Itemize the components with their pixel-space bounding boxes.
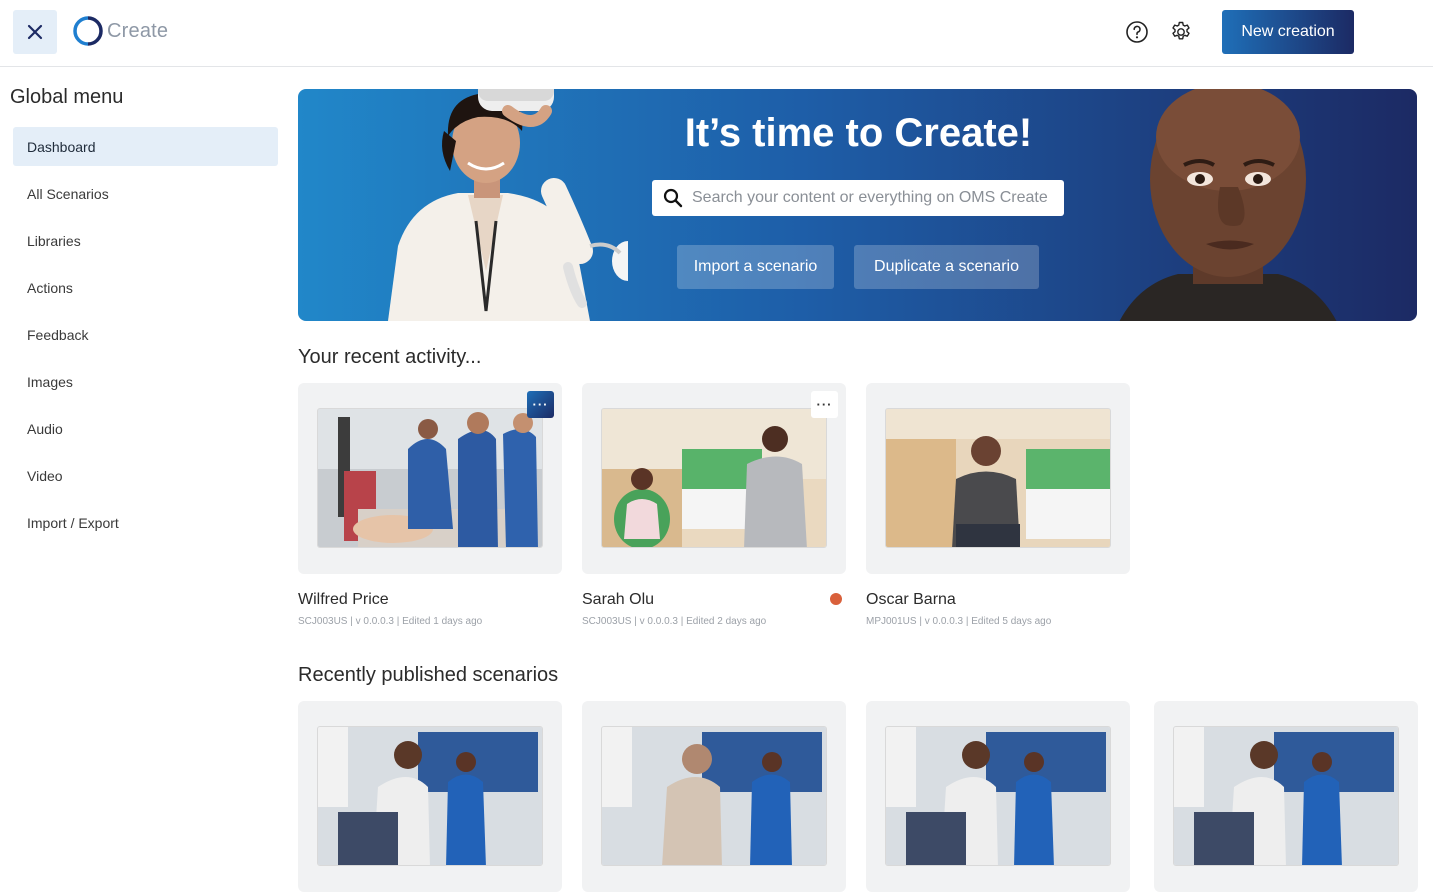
logo-icon	[73, 16, 103, 46]
card-more-button[interactable]: ···	[811, 391, 838, 418]
recent-card-wilfred-price[interactable]: ···	[298, 383, 562, 574]
card-meta: SCJ003US | v 0.0.0.3 | Edited 2 days ago	[582, 616, 767, 627]
card-meta: MPJ001US | v 0.0.0.3 | Edited 5 days ago	[866, 616, 1052, 627]
sidebar-item-all-scenarios[interactable]: All Scenarios	[13, 174, 278, 213]
sidebar-title: Global menu	[10, 86, 124, 108]
recent-card-oscar-barna[interactable]	[866, 383, 1130, 574]
scenario-thumbnail	[601, 726, 827, 866]
published-card[interactable]	[1154, 701, 1418, 892]
duplicate-scenario-button[interactable]: Duplicate a scenario	[854, 245, 1039, 289]
published-card[interactable]	[582, 701, 846, 892]
card-meta: SCJ003US | v 0.0.0.3 | Edited 1 days ago	[298, 616, 483, 627]
sidebar-item-actions[interactable]: Actions	[13, 268, 278, 307]
card-title[interactable]: Wilfred Price	[298, 591, 389, 609]
more-icon: ···	[532, 397, 549, 412]
new-creation-button[interactable]: New creation	[1222, 10, 1354, 54]
hero-title: It’s time to Create!	[684, 111, 1033, 155]
more-icon: ···	[816, 397, 833, 412]
published-card[interactable]	[866, 701, 1130, 892]
sidebar-item-import-export[interactable]: Import / Export	[13, 503, 278, 542]
sidebar: Global menu Dashboard All Scenarios Libr…	[0, 67, 290, 819]
status-dot	[830, 593, 842, 605]
recent-card-sarah-olu[interactable]: ···	[582, 383, 846, 574]
app-logo[interactable]: Create	[73, 15, 168, 47]
scenario-thumbnail	[317, 726, 543, 866]
scenario-thumbnail	[885, 726, 1111, 866]
sidebar-item-video[interactable]: Video	[13, 456, 278, 495]
card-title[interactable]: Oscar Barna	[866, 591, 956, 609]
close-button[interactable]	[13, 10, 57, 54]
sidebar-nav: Dashboard All Scenarios Libraries Action…	[13, 127, 278, 550]
sidebar-item-libraries[interactable]: Libraries	[13, 221, 278, 260]
hero-search-box[interactable]	[652, 180, 1064, 216]
card-title[interactable]: Sarah Olu	[582, 591, 654, 609]
sidebar-item-feedback[interactable]: Feedback	[13, 315, 278, 354]
app-name: Create	[107, 19, 169, 42]
card-more-button[interactable]: ···	[527, 391, 554, 418]
hero-banner: It’s time to Create! Import a scenario D…	[298, 89, 1417, 321]
sidebar-item-dashboard[interactable]: Dashboard	[13, 127, 278, 166]
recent-activity-title: Your recent activity...	[298, 346, 482, 368]
recently-published-title: Recently published scenarios	[298, 664, 559, 686]
search-icon	[663, 188, 683, 208]
close-icon	[27, 24, 43, 40]
help-icon[interactable]	[1125, 20, 1149, 44]
scenario-thumbnail	[317, 408, 543, 548]
published-card[interactable]	[298, 701, 562, 892]
scenario-thumbnail	[885, 408, 1111, 548]
scenario-thumbnail	[601, 408, 827, 548]
scenario-thumbnail	[1173, 726, 1399, 866]
sidebar-item-images[interactable]: Images	[13, 362, 278, 401]
search-input[interactable]	[692, 189, 1052, 207]
import-scenario-button[interactable]: Import a scenario	[677, 245, 834, 289]
top-bar: Create New creation	[0, 0, 1433, 67]
sidebar-item-audio[interactable]: Audio	[13, 409, 278, 448]
gear-icon[interactable]	[1169, 20, 1193, 44]
